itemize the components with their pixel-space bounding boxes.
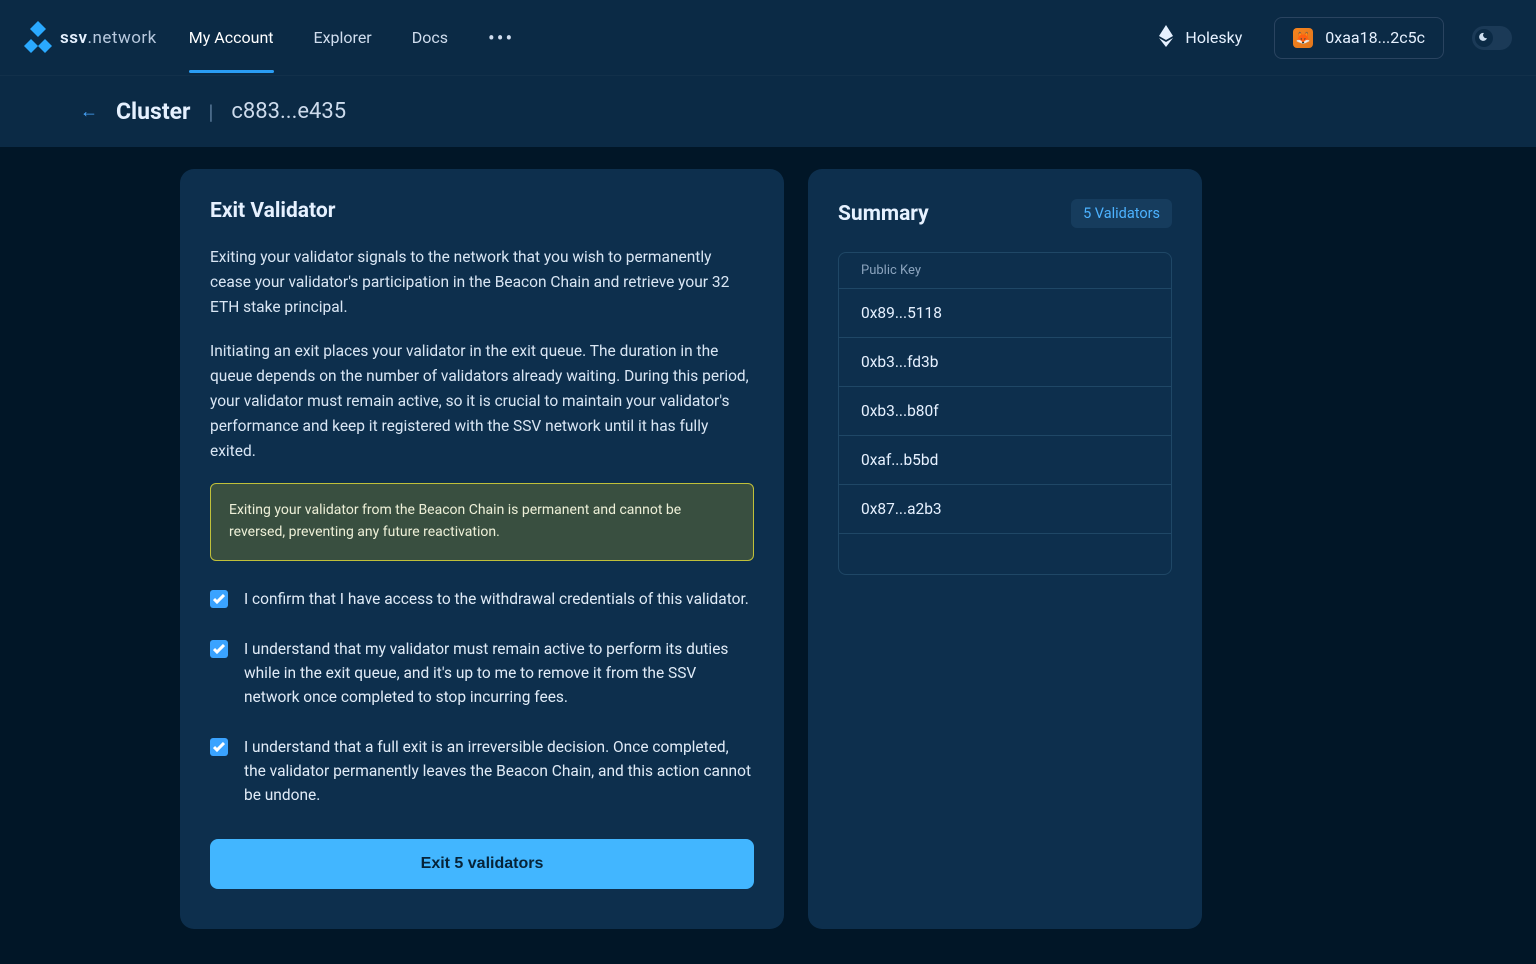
wallet-address: 0xaa18...2c5c <box>1325 28 1425 47</box>
theme-toggle[interactable] <box>1472 26 1512 50</box>
validator-count-badge: 5 Validators <box>1071 199 1172 228</box>
page-title: Cluster <box>116 98 190 125</box>
breadcrumb-bar: ← Cluster | c883...e435 <box>0 75 1536 147</box>
content-area: Exit Validator Exiting your validator si… <box>0 147 1536 929</box>
cluster-id: c883...e435 <box>231 99 346 124</box>
confirm-text-3: I understand that a full exit is an irre… <box>244 735 754 807</box>
exit-validators-button[interactable]: Exit 5 validators <box>210 839 754 889</box>
confirm-row-3: I understand that a full exit is an irre… <box>210 735 754 807</box>
table-header: Public Key <box>839 253 1171 289</box>
paragraph-2: Initiating an exit places your validator… <box>210 339 754 463</box>
table-row: 0x87...a2b3 <box>839 485 1171 534</box>
checkbox-3[interactable] <box>210 738 228 756</box>
back-arrow-icon[interactable]: ← <box>80 101 98 122</box>
card-title: Exit Validator <box>210 199 754 223</box>
main-nav: My Account Explorer Docs ••• <box>189 2 514 73</box>
table-row: 0xb3...b80f <box>839 387 1171 436</box>
ethereum-icon <box>1159 25 1173 51</box>
checkbox-1[interactable] <box>210 590 228 608</box>
wallet-button[interactable]: 🦊 0xaa18...2c5c <box>1274 17 1444 59</box>
logo-text: ssv.network <box>60 28 157 48</box>
network-name: Holesky <box>1185 28 1242 47</box>
table-footer-spacer <box>839 534 1171 574</box>
summary-card: Summary 5 Validators Public Key 0x89...5… <box>808 169 1202 929</box>
confirm-text-2: I understand that my validator must rema… <box>244 637 754 709</box>
network-selector[interactable]: Holesky <box>1159 25 1242 51</box>
topbar: ssv.network My Account Explorer Docs •••… <box>0 0 1536 75</box>
confirm-text-1: I confirm that I have access to the with… <box>244 587 749 611</box>
table-row: 0xaf...b5bd <box>839 436 1171 485</box>
paragraph-1: Exiting your validator signals to the ne… <box>210 245 754 319</box>
metamask-icon: 🦊 <box>1293 28 1313 48</box>
confirm-row-2: I understand that my validator must rema… <box>210 637 754 709</box>
warning-box: Exiting your validator from the Beacon C… <box>210 483 754 560</box>
ssv-logo-icon <box>24 21 52 55</box>
exit-validator-card: Exit Validator Exiting your validator si… <box>180 169 784 929</box>
table-row: 0xb3...fd3b <box>839 338 1171 387</box>
summary-title: Summary <box>838 202 929 226</box>
nav-my-account[interactable]: My Account <box>189 2 274 73</box>
validators-table: Public Key 0x89...5118 0xb3...fd3b 0xb3.… <box>838 252 1172 575</box>
logo[interactable]: ssv.network <box>24 21 157 55</box>
moon-icon <box>1475 29 1493 47</box>
nav-more-icon[interactable]: ••• <box>488 26 514 50</box>
confirm-row-1: I confirm that I have access to the with… <box>210 587 754 611</box>
nav-explorer[interactable]: Explorer <box>314 2 372 73</box>
separator: | <box>208 100 213 124</box>
table-row: 0x89...5118 <box>839 289 1171 338</box>
nav-docs[interactable]: Docs <box>412 2 448 73</box>
checkbox-2[interactable] <box>210 640 228 658</box>
